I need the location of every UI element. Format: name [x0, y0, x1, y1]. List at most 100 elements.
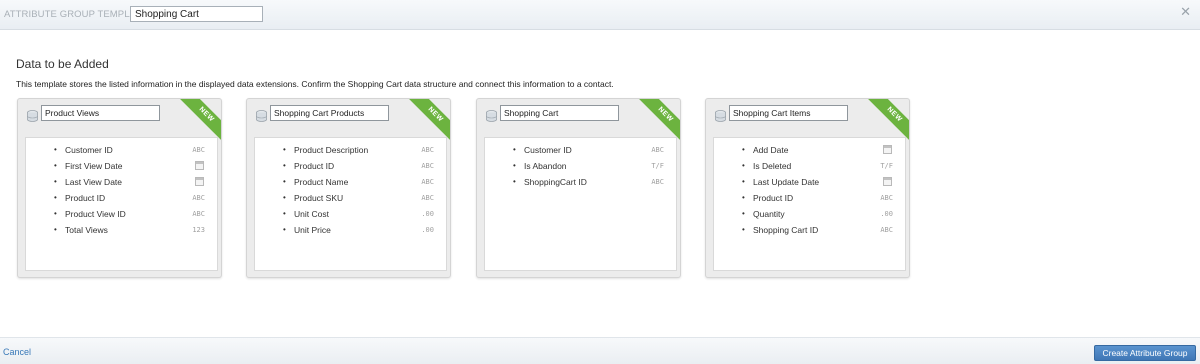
date-type-icon [195, 161, 204, 170]
field-row: • Product ID ABC [255, 158, 446, 174]
close-icon[interactable]: ✕ [1180, 4, 1191, 20]
field-type-icon: ABC [651, 146, 664, 154]
field-name: Add Date [753, 145, 789, 155]
field-row: • Total Views 123 [26, 222, 217, 238]
field-list-panel: • Add Date • Is Deleted T/F • Last Update Date… [713, 137, 906, 271]
field-row: • Customer ID ABC [485, 142, 676, 158]
field-type-icon: ABC [421, 146, 434, 154]
bullet: • [283, 225, 286, 234]
field-row: • Product Description ABC [255, 142, 446, 158]
field-name: Product Name [294, 177, 349, 187]
data-extension-name-input[interactable]: Shopping Cart Products [270, 105, 389, 121]
field-name: First View Date [65, 161, 123, 171]
field-row: • Customer ID ABC [26, 142, 217, 158]
field-row: • First View Date [26, 158, 217, 174]
field-row: • ShoppingCart ID ABC [485, 174, 676, 190]
bullet: • [513, 145, 516, 154]
create-attribute-group-button[interactable]: Create Attribute Group [1094, 345, 1196, 361]
bullet: • [513, 177, 516, 186]
page-description: This template stores the listed informat… [16, 79, 614, 89]
field-row: • Product View ID ABC [26, 206, 217, 222]
field-name: Product SKU [294, 193, 344, 203]
field-name: Product ID [65, 193, 106, 203]
database-icon [27, 109, 38, 122]
data-extension-name-input[interactable]: Product Views [41, 105, 160, 121]
database-icon [256, 109, 267, 122]
bullet: • [742, 145, 745, 154]
field-name: Last Update Date [753, 177, 820, 187]
bullet: • [742, 209, 745, 218]
field-name: Customer ID [65, 145, 113, 155]
bullet: • [54, 177, 57, 186]
field-list-panel: • Customer ID ABC • Is Abandon T/F • ShoppingCa… [484, 137, 677, 271]
database-icon [486, 109, 497, 122]
field-name: Shopping Cart ID [753, 225, 819, 235]
field-name: Unit Price [294, 225, 331, 235]
bullet: • [283, 145, 286, 154]
attribute-group-name-input[interactable]: Shopping Cart [130, 6, 263, 22]
bullet: • [283, 193, 286, 202]
bullet: • [742, 161, 745, 170]
field-list: • Customer ID ABC • First View Date • Last Vie… [26, 142, 217, 238]
bullet: • [283, 161, 286, 170]
field-name: Total Views [65, 225, 108, 235]
field-list-panel: • Product Description ABC • Product ID ABC • Pr… [254, 137, 447, 271]
data-extension-card: Shopping Cart Items NEW • Add Date • Is Delet… [705, 98, 910, 278]
data-extension-card: Product Views NEW • Customer ID ABC • First Vi… [17, 98, 222, 278]
bullet: • [742, 193, 745, 202]
field-type-icon: ABC [421, 162, 434, 170]
field-name: Quantity [753, 209, 785, 219]
field-name: Product View ID [65, 209, 126, 219]
data-extension-name-input[interactable]: Shopping Cart [500, 105, 619, 121]
field-row: • Shopping Cart ID ABC [714, 222, 905, 238]
dialog-footer: Cancel Create Attribute Group [0, 337, 1200, 364]
field-name: Unit Cost [294, 209, 329, 219]
data-extension-name-input[interactable]: Shopping Cart Items [729, 105, 848, 121]
field-row: • Is Abandon T/F [485, 158, 676, 174]
field-type-icon: ABC [880, 226, 893, 234]
field-type-icon: ABC [651, 178, 664, 186]
field-type-icon: ABC [192, 210, 205, 218]
field-list: • Product Description ABC • Product ID ABC • Pr… [255, 142, 446, 238]
database-icon [715, 109, 726, 122]
bullet: • [54, 145, 57, 154]
field-type-icon: .00 [421, 210, 434, 218]
template-label: ATTRIBUTE GROUP TEMPLATE [4, 9, 148, 20]
field-row: • Unit Cost .00 [255, 206, 446, 222]
date-type-icon [883, 145, 892, 154]
date-type-icon [883, 177, 892, 186]
bullet: • [283, 177, 286, 186]
field-row: • Last Update Date [714, 174, 905, 190]
field-type-icon: .00 [421, 226, 434, 234]
field-row: • Is Deleted T/F [714, 158, 905, 174]
page-title: Data to be Added [16, 57, 109, 71]
field-type-icon: ABC [880, 194, 893, 202]
field-row: • Quantity .00 [714, 206, 905, 222]
field-name: Product Description [294, 145, 369, 155]
bullet: • [742, 177, 745, 186]
field-name: ShoppingCart ID [524, 177, 587, 187]
cancel-link[interactable]: Cancel [3, 347, 31, 357]
bullet: • [513, 161, 516, 170]
dialog-header: ATTRIBUTE GROUP TEMPLATE Shopping Cart ✕ [0, 0, 1200, 30]
field-type-icon: ABC [192, 194, 205, 202]
date-type-icon [195, 177, 204, 186]
bullet: • [742, 225, 745, 234]
field-type-icon: T/F [880, 162, 893, 170]
field-row: • Product ID ABC [714, 190, 905, 206]
field-row: • Product ID ABC [26, 190, 217, 206]
field-row: • Unit Price .00 [255, 222, 446, 238]
field-type-icon: .00 [880, 210, 893, 218]
bullet: • [283, 209, 286, 218]
bullet: • [54, 225, 57, 234]
field-row: • Product Name ABC [255, 174, 446, 190]
field-row: • Add Date [714, 142, 905, 158]
field-list: • Customer ID ABC • Is Abandon T/F • ShoppingCa… [485, 142, 676, 190]
bullet: • [54, 161, 57, 170]
field-type-icon: ABC [421, 194, 434, 202]
field-list-panel: • Customer ID ABC • First View Date • Last Vie… [25, 137, 218, 271]
field-row: • Product SKU ABC [255, 190, 446, 206]
field-type-icon: 123 [192, 226, 205, 234]
data-extension-card: Shopping Cart Products NEW • Product Descri… [246, 98, 451, 278]
field-name: Product ID [753, 193, 794, 203]
